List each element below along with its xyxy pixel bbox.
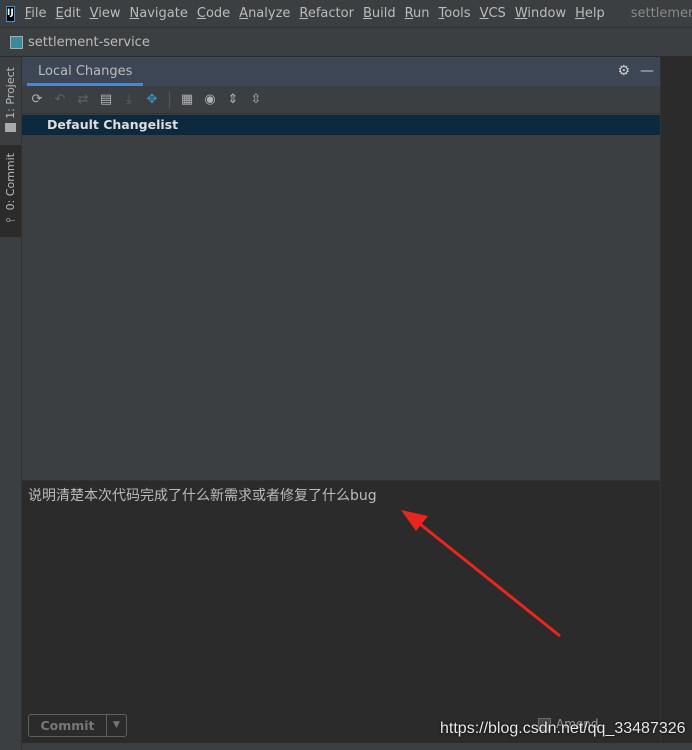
watermark: https://blog.csdn.net/qq_33487326 bbox=[440, 720, 686, 737]
arrow-shaft bbox=[414, 518, 561, 638]
annotation-arrow bbox=[401, 510, 561, 638]
